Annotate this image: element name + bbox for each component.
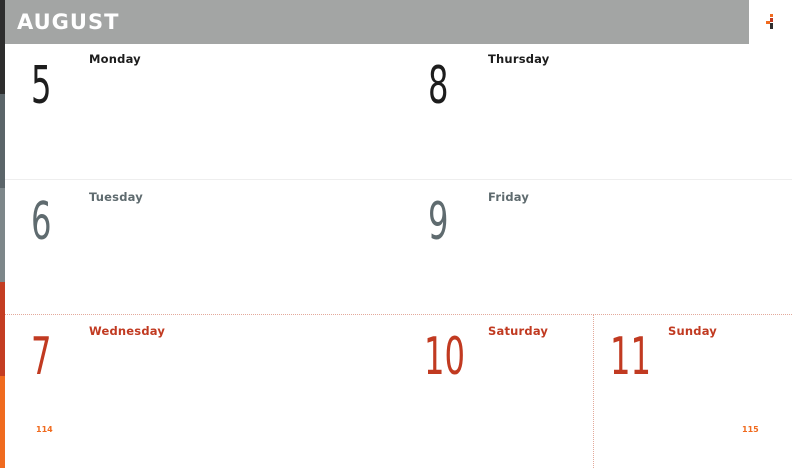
- page-number-left: 114: [36, 425, 53, 434]
- day-monday[interactable]: 5 Monday: [5, 44, 398, 179]
- day-number: 5: [31, 56, 52, 116]
- day-name: Friday: [488, 190, 530, 204]
- day-number: 10: [424, 327, 466, 387]
- day-thursday[interactable]: 8 Thursday: [404, 44, 792, 179]
- day-number: 6: [31, 192, 52, 252]
- day-friday[interactable]: 9 Friday: [404, 180, 792, 314]
- day-number: 7: [31, 327, 52, 387]
- day-sunday[interactable]: 11 Sunday: [594, 315, 792, 468]
- month-title: AUGUST: [17, 10, 120, 34]
- month-header: AUGUST: [5, 0, 749, 44]
- day-number: 11: [610, 327, 652, 387]
- day-name: Sunday: [668, 324, 717, 338]
- day-saturday[interactable]: 10 Saturday: [404, 315, 593, 468]
- day-tuesday[interactable]: 6 Tuesday: [5, 180, 398, 314]
- page-number-right: 115: [742, 425, 759, 434]
- day-name: Saturday: [488, 324, 549, 338]
- day-name: Thursday: [488, 52, 550, 66]
- day-wednesday[interactable]: 7 Wednesday: [5, 315, 398, 468]
- day-number: 9: [428, 192, 449, 252]
- day-name: Tuesday: [89, 190, 143, 204]
- day-name: Wednesday: [89, 324, 166, 338]
- planner-brand-logo-icon: [766, 14, 773, 29]
- day-number: 8: [428, 56, 449, 116]
- day-name: Monday: [89, 52, 141, 66]
- planner-page: AUGUST 5 Monday 6 Tuesday 7 Wednesday 8 …: [0, 0, 792, 468]
